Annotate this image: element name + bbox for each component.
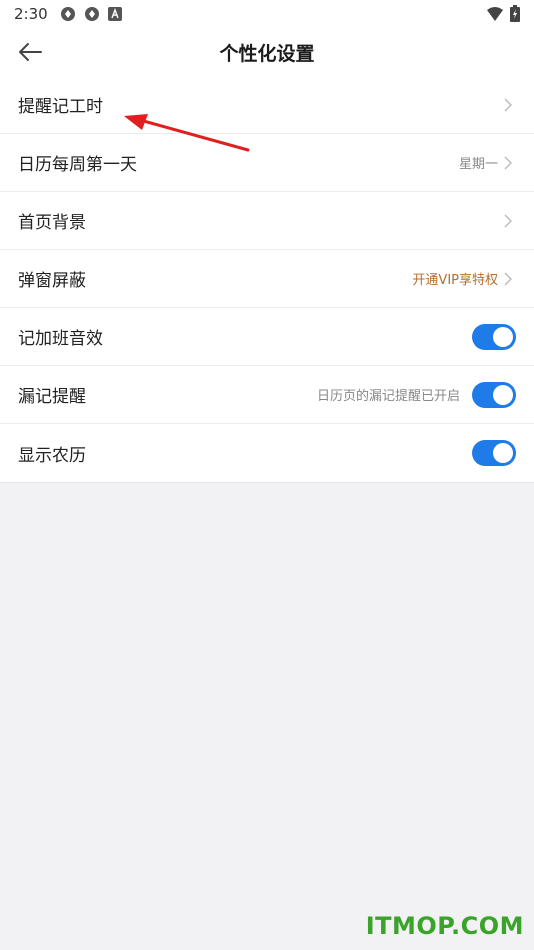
status-bar: 2:30 — [0, 0, 534, 28]
back-button[interactable] — [14, 36, 46, 68]
missed-reminder-toggle[interactable] — [472, 381, 516, 408]
setting-row-overtime-sound: 记加班音效 — [0, 308, 534, 366]
setting-label: 日历每周第一天 — [18, 155, 137, 175]
settings-list: 提醒记工时 日历每周第一天 星期一 首页背景 弹窗屏蔽 开通VIP享特权 记加班… — [0, 76, 534, 483]
setting-label: 记加班音效 — [18, 329, 103, 349]
setting-row-lunar-calendar: 显示农历 — [0, 424, 534, 482]
battery-icon — [510, 5, 520, 22]
setting-label: 首页背景 — [18, 213, 86, 233]
setting-label: 显示农历 — [18, 445, 86, 466]
page-title: 个性化设置 — [219, 42, 315, 65]
chevron-right-icon — [504, 213, 516, 229]
wifi-icon — [487, 6, 503, 21]
sync-icon — [84, 7, 99, 21]
vip-promo-text: 开通VIP享特权 — [412, 273, 498, 288]
setting-label: 漏记提醒 — [18, 387, 86, 407]
chevron-right-icon — [504, 155, 516, 171]
setting-label: 弹窗屏蔽 — [18, 271, 86, 291]
chevron-right-icon — [504, 271, 516, 287]
sync-icon — [60, 7, 75, 21]
status-time: 2:30 — [14, 5, 48, 23]
setting-row-week-start[interactable]: 日历每周第一天 星期一 — [0, 134, 534, 192]
text-a-icon — [107, 7, 122, 21]
watermark: ITMOP.COM — [365, 912, 524, 940]
setting-row-popup-block[interactable]: 弹窗屏蔽 开通VIP享特权 — [0, 250, 534, 308]
setting-value: 日历页的漏记提醒已开启 — [316, 389, 460, 404]
setting-row-missed-reminder: 漏记提醒 日历页的漏记提醒已开启 — [0, 366, 534, 424]
chevron-right-icon — [504, 97, 516, 113]
lunar-calendar-toggle[interactable] — [472, 440, 516, 466]
status-icons-right — [486, 5, 520, 22]
nav-bar: 个性化设置 — [0, 28, 534, 76]
setting-label: 提醒记工时 — [18, 97, 103, 117]
overtime-sound-toggle[interactable] — [472, 323, 516, 350]
setting-value: 星期一 — [458, 157, 498, 172]
setting-row-home-background[interactable]: 首页背景 — [0, 192, 534, 250]
status-icons-left — [60, 6, 122, 22]
arrow-left-icon — [19, 43, 42, 61]
setting-row-remind-log-hours[interactable]: 提醒记工时 — [0, 76, 534, 134]
